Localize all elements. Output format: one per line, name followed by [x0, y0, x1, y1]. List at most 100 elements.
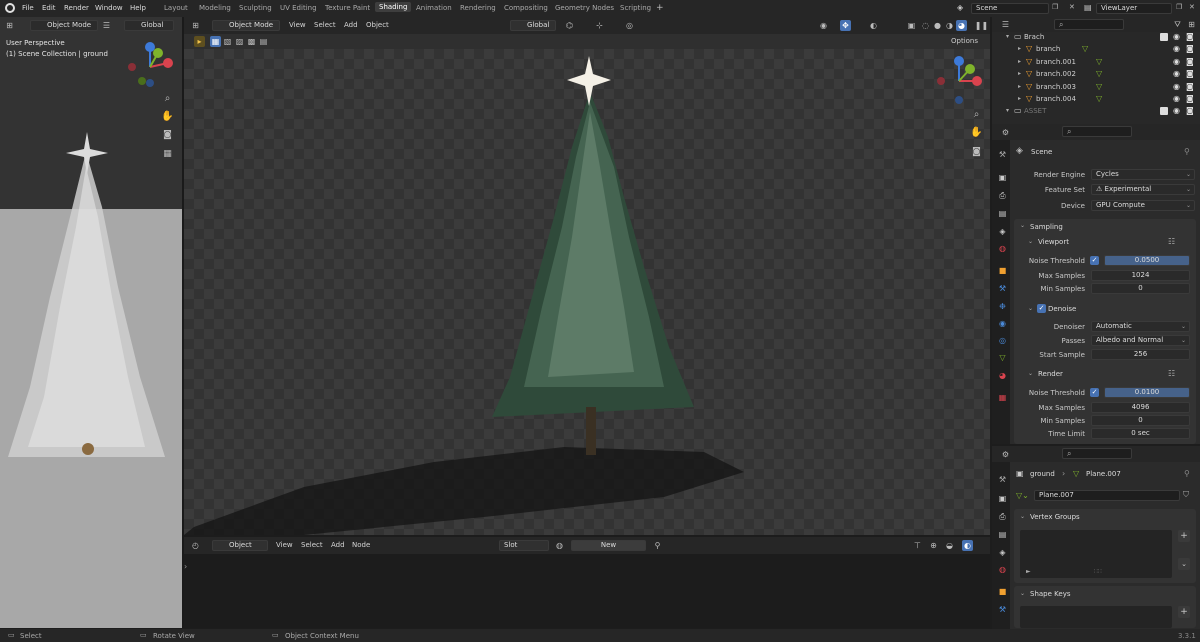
outliner-object-row[interactable]: ▸ ▽ branch.003 ▽ ◉ ◙	[992, 82, 1200, 94]
vertex-group-add-icon[interactable]: +	[1178, 530, 1190, 542]
shader-overlay-icon[interactable]: ⊤	[912, 540, 923, 551]
vp-noise-threshold-checkbox[interactable]: ✓	[1090, 256, 1099, 265]
vertex-groups-title[interactable]: Vertex Groups	[1030, 513, 1080, 521]
shader-type-dropdown[interactable]: Object	[212, 540, 268, 551]
workspace-tab-texture-paint[interactable]: Texture Paint	[325, 4, 370, 12]
visibility-icon[interactable]: ◉	[818, 20, 829, 31]
visibility-eye-icon[interactable]: ◉	[1173, 106, 1180, 115]
physics-tab-icon[interactable]: ◉	[997, 318, 1008, 329]
data-properties-search[interactable]: ⌕	[1062, 448, 1132, 459]
sampling-chevron-icon[interactable]: ⌄	[1020, 222, 1025, 229]
main-orientation-dropdown[interactable]: Global	[510, 20, 556, 31]
pan-hand-icon[interactable]: ✋	[161, 111, 173, 122]
sidebar-toggle-chevron-icon[interactable]: ›	[184, 562, 187, 571]
render-camera-icon[interactable]: ◙	[1186, 69, 1194, 78]
shader-view-icon[interactable]: ◒	[944, 540, 955, 551]
zoom-icon-main[interactable]: ⌕	[971, 109, 982, 120]
shading-material-icon[interactable]: ◑	[944, 20, 955, 31]
feature-set-dropdown[interactable]: ⚠ Experimental ⌄	[1091, 184, 1195, 195]
r-max-samples-field[interactable]: 4096	[1091, 402, 1190, 413]
view-layer-tab-icon[interactable]: ▤	[997, 208, 1008, 219]
sampling-title[interactable]: Sampling	[1030, 223, 1063, 231]
r-noise-threshold-field[interactable]: 0.0100	[1104, 387, 1190, 398]
editor-type-icon[interactable]: ⊞	[4, 20, 15, 31]
list-expand-icon[interactable]: ►	[1026, 568, 1031, 575]
outliner-collection-row[interactable]: ▾ ▭ Brach ◉ ◙	[992, 32, 1200, 44]
data-scene-tab-icon[interactable]: ◈	[997, 547, 1008, 558]
world-tab-icon[interactable]: ◍	[997, 243, 1008, 254]
data-tool-tab-icon[interactable]: ⚒	[997, 474, 1008, 485]
render-camera-icon[interactable]: ◙	[1186, 106, 1194, 115]
outliner-filter-icon[interactable]: ⛛	[1172, 19, 1183, 30]
scene-copy-icon[interactable]: ❐	[1052, 3, 1058, 11]
vertex-group-menu-icon[interactable]: ⌄	[1178, 558, 1190, 570]
add-workspace-icon[interactable]: +	[656, 3, 664, 13]
workspace-tab-geometry-nodes[interactable]: Geometry Nodes	[555, 4, 614, 12]
left-mode-dropdown[interactable]: Object Mode	[30, 20, 98, 31]
left-orientation-dropdown[interactable]: Global	[124, 20, 174, 31]
denoiser-dropdown[interactable]: Automatic ⌄	[1091, 321, 1190, 332]
navigation-gizmo-left[interactable]	[124, 39, 176, 91]
workspace-tab-shading[interactable]: Shading	[375, 2, 412, 12]
workspace-tab-sculpting[interactable]: Sculpting	[239, 4, 272, 12]
collapse-chevron-icon[interactable]: ▾	[1006, 107, 1009, 114]
outliner-object-row[interactable]: ▸ ▽ branch.002 ▽ ◉ ◙	[992, 69, 1200, 81]
vp-min-samples-field[interactable]: 0	[1091, 283, 1190, 294]
expand-chevron-icon[interactable]: ▸	[1018, 70, 1021, 77]
select-subtract-icon[interactable]: ▨	[234, 36, 245, 47]
expand-chevron-icon[interactable]: ▸	[1018, 58, 1021, 65]
blender-logo-icon[interactable]	[5, 3, 15, 13]
outliner-collection-row[interactable]: ▾ ▭ ASSET ◉ ◙	[992, 106, 1200, 118]
data-editor-icon[interactable]: ⚙	[1000, 449, 1011, 460]
viewport-presets-icon[interactable]: ☷	[1168, 237, 1175, 246]
view-layer-close-icon[interactable]: ✕	[1189, 3, 1195, 11]
vp-noise-threshold-field[interactable]: 0.0500	[1104, 255, 1190, 266]
slot-dropdown[interactable]: Slot	[499, 540, 549, 551]
shader-editor-type-icon[interactable]: ◴	[190, 540, 201, 551]
mesh-data-icon[interactable]: ▽	[1096, 82, 1102, 91]
workspace-tab-rendering[interactable]: Rendering	[460, 4, 496, 12]
render-camera-icon[interactable]: ◙	[1186, 57, 1194, 66]
shading-solid-icon[interactable]: ●	[932, 20, 943, 31]
workspace-tab-layout[interactable]: Layout	[164, 4, 188, 12]
render-tab-icon[interactable]: ▣	[997, 172, 1008, 183]
material-tab-icon[interactable]: ◕	[997, 370, 1008, 381]
menu-select[interactable]: Select	[314, 21, 336, 29]
shader-menu-select[interactable]: Select	[301, 541, 323, 549]
shape-keys-list[interactable]	[1020, 606, 1172, 628]
select-intersect-icon[interactable]: ▤	[258, 36, 269, 47]
expand-chevron-icon[interactable]: ▸	[1018, 95, 1021, 102]
shape-keys-title[interactable]: Shape Keys	[1030, 590, 1070, 598]
passes-dropdown[interactable]: Albedo and Normal ⌄	[1091, 335, 1190, 346]
scene-selector[interactable]: Scene	[971, 3, 1049, 14]
r-min-samples-field[interactable]: 0	[1091, 415, 1190, 426]
render-camera-icon[interactable]: ◙	[1186, 44, 1194, 53]
select-extend-icon[interactable]: ▧	[222, 36, 233, 47]
render-engine-dropdown[interactable]: Cycles ⌄	[1091, 169, 1195, 180]
collection-exclude-checkbox[interactable]	[1160, 33, 1168, 41]
workspace-tab-compositing[interactable]: Compositing	[504, 4, 548, 12]
properties-search[interactable]: ⌕	[1062, 126, 1132, 137]
menu-add[interactable]: Add	[344, 21, 358, 29]
visibility-eye-icon[interactable]: ◉	[1173, 57, 1180, 66]
shader-menu-node[interactable]: Node	[352, 541, 370, 549]
output-tab-icon[interactable]: ⎙	[997, 190, 1008, 201]
xray-toggle-icon[interactable]: ▣	[906, 20, 917, 31]
material-browse-icon[interactable]: ◍	[554, 540, 565, 551]
time-limit-field[interactable]: 0 sec	[1091, 428, 1190, 439]
camera-view-icon[interactable]: ◙	[162, 129, 173, 140]
editor-type-icon-main[interactable]: ⊞	[190, 20, 201, 31]
vertex-groups-chevron-icon[interactable]: ⌄	[1020, 513, 1025, 520]
outliner-object-row[interactable]: ▸ ▽ branch.001 ▽ ◉ ◙	[992, 57, 1200, 69]
pause-render-icon[interactable]: ❚❚	[975, 20, 988, 31]
select-invert-icon[interactable]: ▩	[246, 36, 257, 47]
collapse-chevron-icon[interactable]: ▾	[1006, 33, 1009, 40]
viewport-subpanel-title[interactable]: Viewport	[1038, 238, 1069, 246]
tool-tab-icon[interactable]: ⚒	[997, 149, 1008, 160]
denoise-checkbox[interactable]: ✓	[1037, 304, 1046, 313]
workspace-tab-uv-editing[interactable]: UV Editing	[280, 4, 317, 12]
expand-chevron-icon[interactable]: ▸	[1018, 83, 1021, 90]
properties-pin-icon[interactable]: ⚲	[1184, 147, 1190, 156]
menu-help[interactable]: Help	[130, 4, 146, 12]
data-output-tab-icon[interactable]: ⎙	[997, 511, 1008, 522]
